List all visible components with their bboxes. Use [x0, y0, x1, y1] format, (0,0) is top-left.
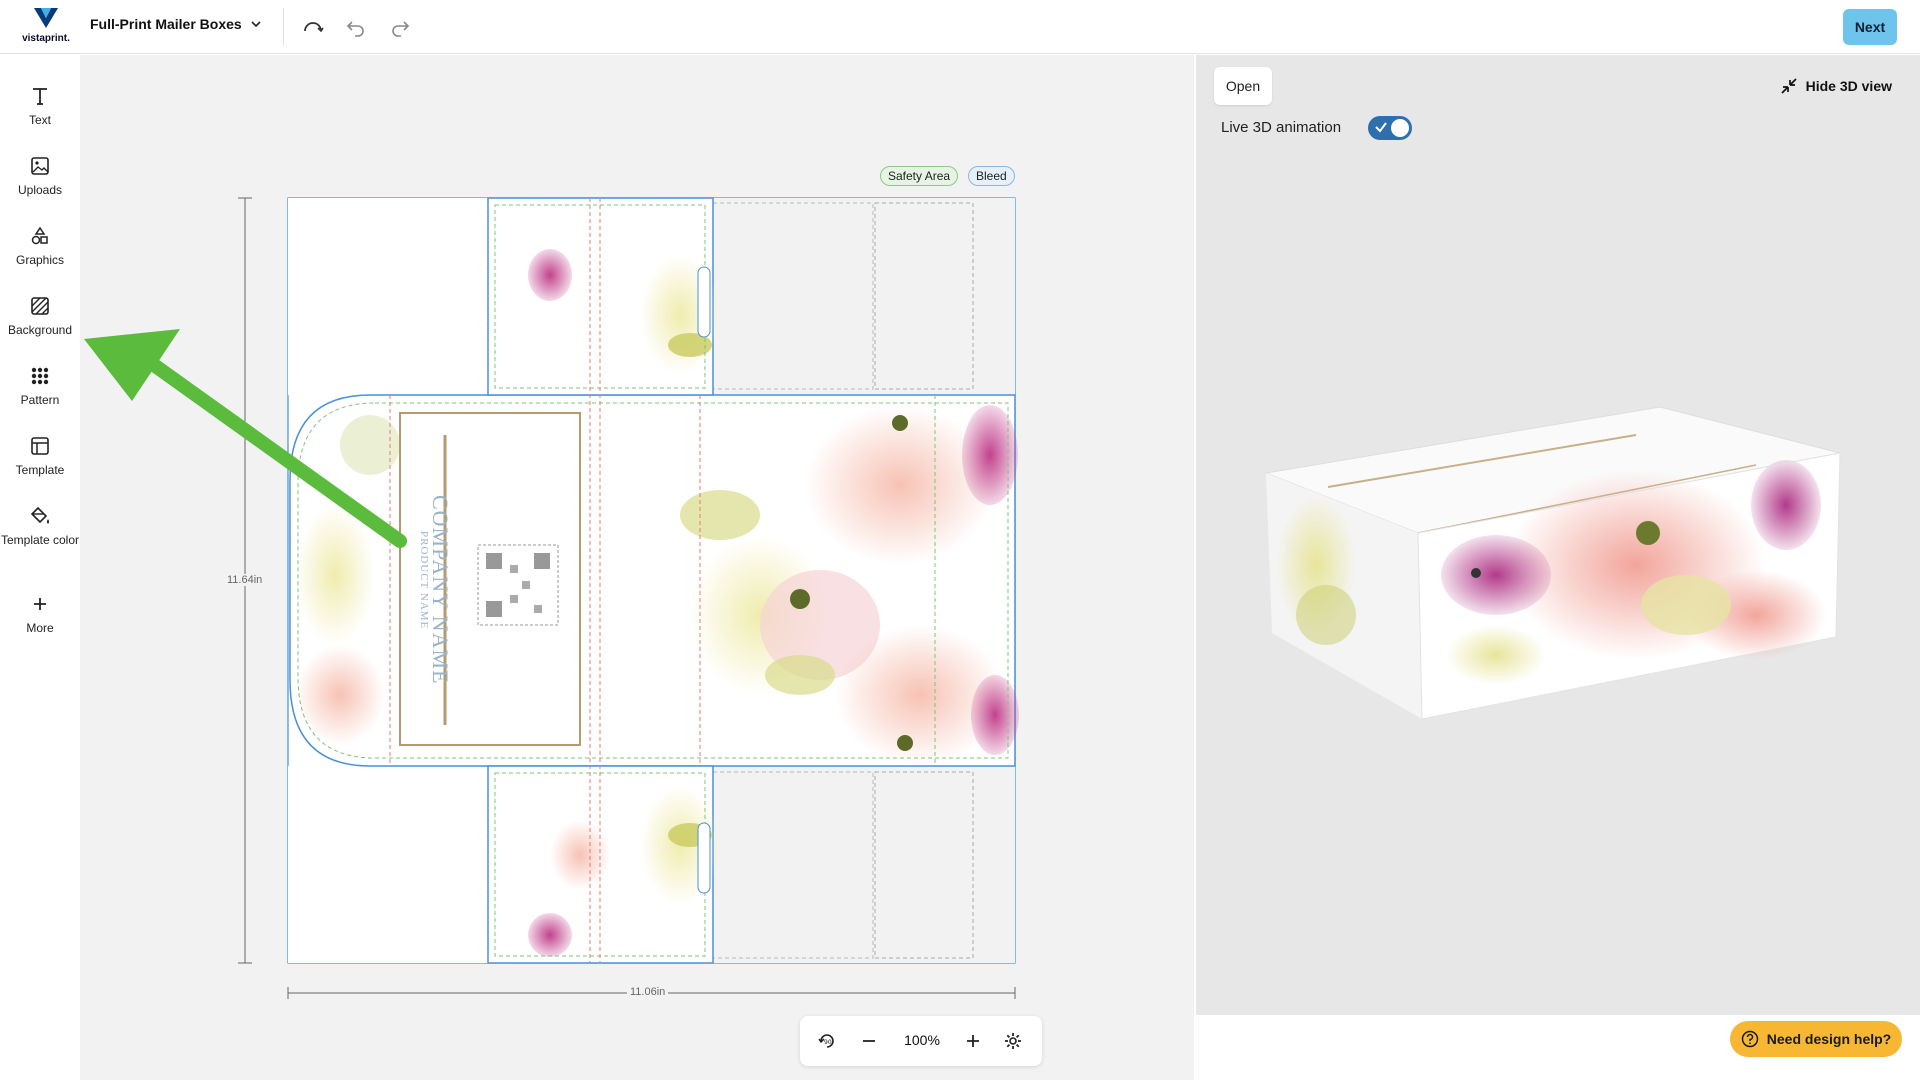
template-icon	[31, 437, 49, 455]
paint-bucket-icon	[30, 506, 49, 524]
toolbar-divider	[283, 8, 284, 46]
design-canvas[interactable]: Safety Area Bleed COMPANY NAME PRODUCT N…	[80, 55, 1194, 1080]
sidebar-item-more[interactable]: More	[0, 593, 80, 636]
zoom-out-button[interactable]	[856, 1028, 882, 1054]
redo-icon	[392, 21, 410, 37]
logo-text: vistaprint.	[22, 33, 70, 44]
sidebar-item-label: Template color	[0, 533, 80, 547]
sidebar-item-label: Pattern	[20, 393, 60, 407]
vistaprint-logo[interactable]: vistaprint.	[20, 6, 72, 46]
next-button[interactable]: Next	[1843, 9, 1897, 45]
undo-icon	[346, 21, 364, 37]
annotation-arrow-icon	[84, 329, 407, 548]
left-toolbar: Text Uploads Graphics Background Pattern…	[0, 55, 80, 1080]
plus-icon	[967, 1035, 979, 1047]
sidebar-item-label: Template	[15, 463, 65, 477]
svg-text:90: 90	[824, 1039, 832, 1046]
document-title-dropdown[interactable]: Full-Print Mailer Boxes	[90, 16, 262, 32]
cloud-sync-icon	[304, 22, 324, 33]
gear-icon	[1005, 1033, 1021, 1049]
zoom-level[interactable]: 100%	[900, 1032, 944, 1048]
sidebar-item-background[interactable]: Background	[0, 295, 80, 338]
sidebar-item-template-color[interactable]: Template color	[0, 505, 80, 548]
zoom-toolbar: 90 100%	[800, 1016, 1042, 1066]
question-icon	[1741, 1030, 1759, 1048]
sidebar-item-label: Uploads	[17, 183, 63, 197]
top-bar: vistaprint. Full-Print Mailer Boxes Next	[0, 0, 1920, 54]
shapes-icon	[31, 226, 48, 245]
sidebar-item-pattern[interactable]: Pattern	[0, 365, 80, 408]
document-title: Full-Print Mailer Boxes	[90, 16, 242, 32]
rotate-view-button[interactable]: 90	[814, 1028, 840, 1054]
sync-button[interactable]	[300, 14, 326, 40]
plus-icon	[34, 598, 46, 610]
box-3d-model	[1264, 406, 1841, 720]
sidebar-item-label: Graphics	[15, 253, 65, 267]
sidebar-item-label: More	[26, 621, 54, 635]
design-help-button[interactable]: Need design help?	[1730, 1021, 1902, 1057]
undo-button[interactable]	[343, 14, 369, 40]
minus-icon	[863, 1040, 875, 1042]
chevron-down-icon	[251, 21, 261, 28]
background-icon	[31, 297, 49, 315]
height-dimension-label: 11.64in	[224, 574, 266, 586]
text-icon	[33, 88, 47, 105]
logo-icon	[34, 8, 58, 28]
rotate-90-icon: 90	[818, 1034, 834, 1048]
zoom-in-button[interactable]	[960, 1028, 986, 1054]
image-icon	[31, 157, 49, 175]
view-settings-button[interactable]	[1000, 1028, 1026, 1054]
sidebar-item-text[interactable]: Text	[0, 85, 80, 128]
redo-button[interactable]	[387, 14, 413, 40]
pattern-icon	[31, 367, 49, 385]
width-dimension-label: 11.06in	[627, 986, 669, 998]
sidebar-item-label: Text	[28, 113, 51, 127]
sidebar-item-uploads[interactable]: Uploads	[0, 155, 80, 198]
sidebar-item-template[interactable]: Template	[0, 435, 80, 478]
preview-3d-panel: Open Hide 3D view Live 3D animation	[1196, 55, 1920, 1015]
design-help-label: Need design help?	[1766, 1031, 1892, 1047]
sidebar-item-graphics[interactable]: Graphics	[0, 225, 80, 268]
sidebar-item-label: Background	[7, 323, 73, 337]
